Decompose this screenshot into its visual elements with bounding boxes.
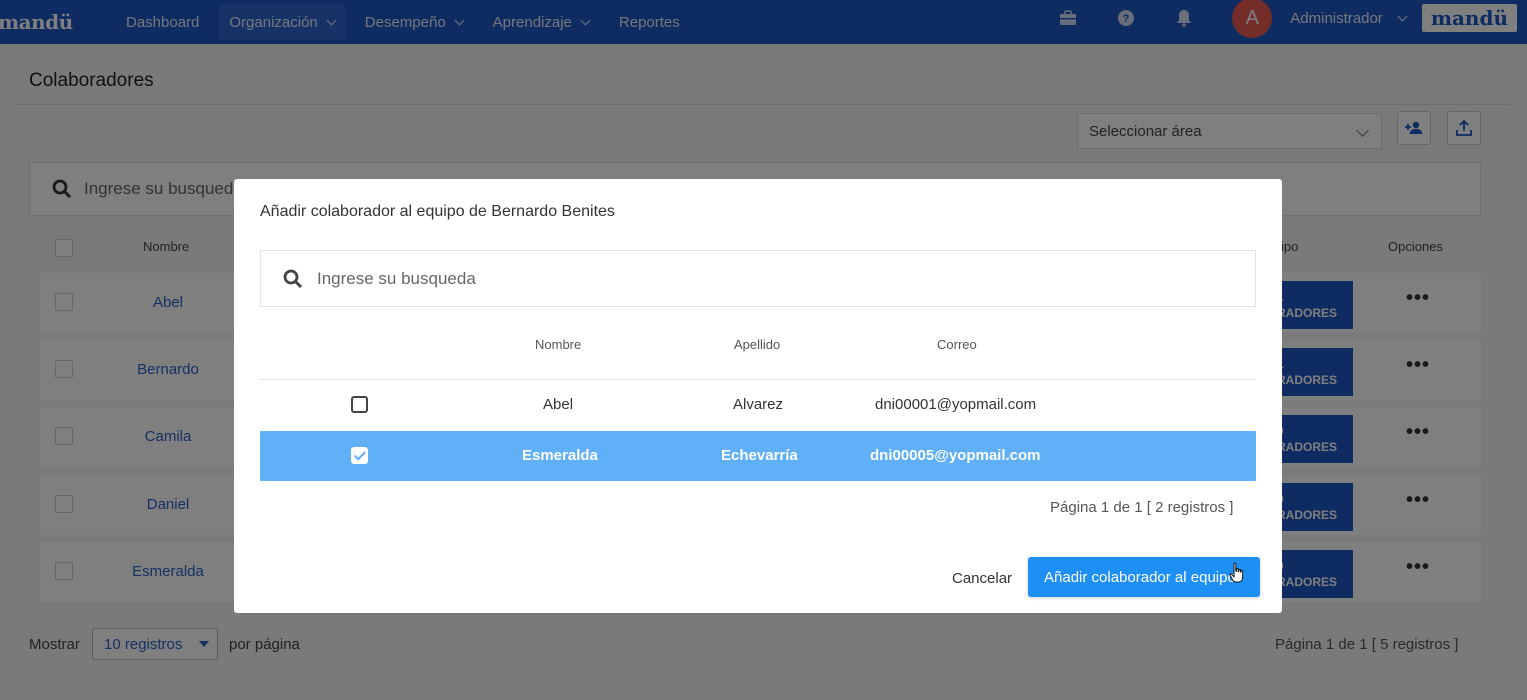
search-icon <box>283 269 303 288</box>
modal-header-surname: Apellido <box>734 337 781 352</box>
modal-table-header: Nombre Apellido Correo <box>260 335 1256 355</box>
add-collaborator-modal: Añadir colaborador al equipo de Bernardo… <box>234 179 1282 613</box>
modal-header-email: Correo <box>937 337 977 352</box>
modal-title: Añadir colaborador al equipo de Bernardo… <box>260 203 615 220</box>
row-surname: Echevarría <box>721 447 798 464</box>
modal-pagination-info: Página 1 de 1 [ 2 registros ] <box>1050 499 1234 516</box>
row-checkbox-checked[interactable] <box>351 447 368 464</box>
modal-search-input[interactable]: Ingrese su busqueda <box>260 250 1256 307</box>
modal-table-row[interactable]: Abel Alvarez dni00001@yopmail.com <box>260 380 1256 430</box>
row-name: Esmeralda <box>522 447 598 464</box>
modal-header-name: Nombre <box>535 337 582 352</box>
row-surname: Alvarez <box>733 396 784 413</box>
row-name: Abel <box>543 396 574 413</box>
add-collaborator-button[interactable]: Añadir colaborador al equipo <box>1028 557 1260 597</box>
row-checkbox[interactable] <box>351 396 368 413</box>
hand-cursor-icon <box>1229 562 1244 583</box>
row-email: dni00001@yopmail.com <box>875 396 1037 413</box>
row-email: dni00005@yopmail.com <box>870 447 1041 464</box>
modal-table-row-selected[interactable]: Esmeralda Echevarría dni00005@yopmail.co… <box>260 431 1256 481</box>
cancel-button[interactable]: Cancelar <box>952 570 1012 587</box>
modal-search-placeholder: Ingrese su busqueda <box>317 268 476 288</box>
